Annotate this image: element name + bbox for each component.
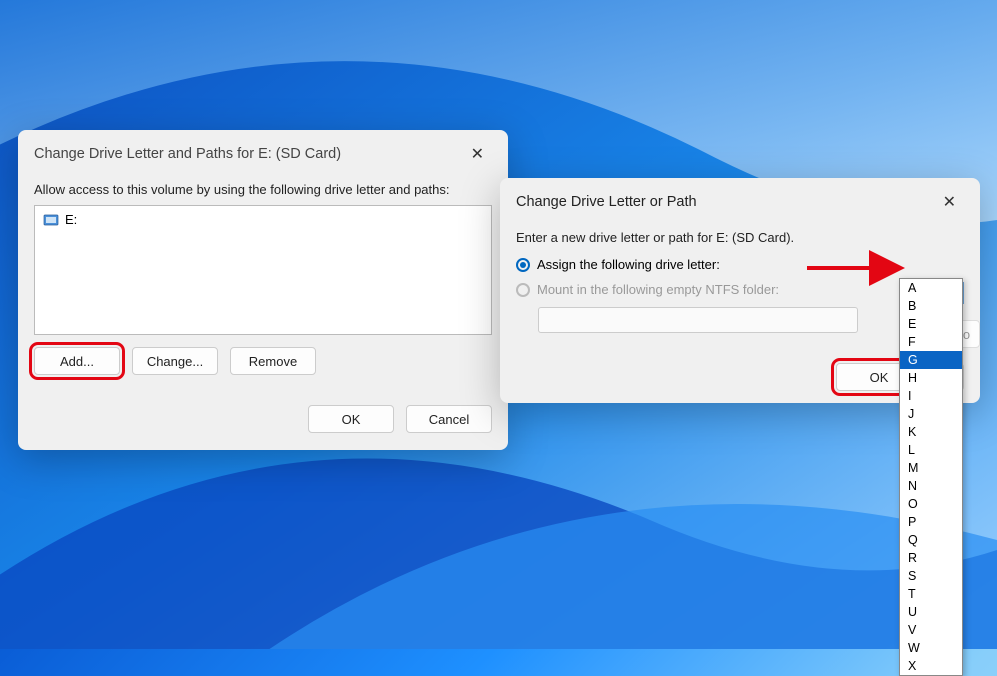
- sd-card-icon: [43, 214, 59, 226]
- dropdown-option-n[interactable]: N: [900, 477, 962, 495]
- ok-button[interactable]: OK: [308, 405, 394, 433]
- change-button[interactable]: Change...: [132, 347, 218, 375]
- drive-item-label: E:: [65, 212, 77, 227]
- radio-unchecked-icon[interactable]: [516, 283, 530, 297]
- change-drive-letter-paths-dialog: Change Drive Letter and Paths for E: (SD…: [18, 130, 508, 450]
- dropdown-option-e[interactable]: E: [900, 315, 962, 333]
- close-icon[interactable]: ✕: [463, 142, 492, 166]
- close-icon[interactable]: ✕: [935, 190, 964, 214]
- dialog2-title: Change Drive Letter or Path: [516, 194, 697, 210]
- dropdown-option-u[interactable]: U: [900, 603, 962, 621]
- dialog2-instruction: Enter a new drive letter or path for E: …: [516, 230, 964, 245]
- dropdown-option-x[interactable]: X: [900, 657, 962, 675]
- dropdown-option-j[interactable]: J: [900, 405, 962, 423]
- dropdown-option-s[interactable]: S: [900, 567, 962, 585]
- drive-paths-listbox[interactable]: E:: [34, 205, 492, 335]
- radio-checked-icon[interactable]: [516, 258, 530, 272]
- dropdown-option-k[interactable]: K: [900, 423, 962, 441]
- dropdown-option-v[interactable]: V: [900, 621, 962, 639]
- dropdown-option-w[interactable]: W: [900, 639, 962, 657]
- dialog1-instruction: Allow access to this volume by using the…: [34, 182, 492, 197]
- assign-drive-letter-label: Assign the following drive letter:: [537, 257, 720, 272]
- drive-list-item[interactable]: E:: [43, 212, 483, 227]
- ntfs-folder-path-input: [538, 307, 858, 333]
- dropdown-option-i[interactable]: I: [900, 387, 962, 405]
- remove-button[interactable]: Remove: [230, 347, 316, 375]
- cancel-button[interactable]: Cancel: [406, 405, 492, 433]
- dropdown-option-o[interactable]: O: [900, 495, 962, 513]
- dialog2-titlebar: Change Drive Letter or Path ✕: [500, 178, 980, 226]
- add-button[interactable]: Add...: [34, 347, 120, 375]
- dropdown-option-a[interactable]: A: [900, 279, 962, 297]
- dropdown-option-l[interactable]: L: [900, 441, 962, 459]
- dropdown-option-q[interactable]: Q: [900, 531, 962, 549]
- dropdown-option-b[interactable]: B: [900, 297, 962, 315]
- mount-ntfs-folder-label: Mount in the following empty NTFS folder…: [537, 282, 779, 297]
- dropdown-option-m[interactable]: M: [900, 459, 962, 477]
- dropdown-option-h[interactable]: H: [900, 369, 962, 387]
- dialog1-titlebar: Change Drive Letter and Paths for E: (SD…: [18, 130, 508, 178]
- dialog1-title: Change Drive Letter and Paths for E: (SD…: [34, 146, 341, 162]
- mount-ntfs-folder-radio-row[interactable]: Mount in the following empty NTFS folder…: [516, 282, 964, 297]
- dropdown-option-f[interactable]: F: [900, 333, 962, 351]
- dropdown-option-r[interactable]: R: [900, 549, 962, 567]
- dropdown-option-p[interactable]: P: [900, 513, 962, 531]
- drive-letter-dropdown-list[interactable]: ABEFGHIJKLMNOPQRSTUVWX: [899, 278, 963, 676]
- dropdown-option-t[interactable]: T: [900, 585, 962, 603]
- dropdown-option-g[interactable]: G: [900, 351, 962, 369]
- assign-drive-letter-radio-row[interactable]: Assign the following drive letter:: [516, 257, 964, 272]
